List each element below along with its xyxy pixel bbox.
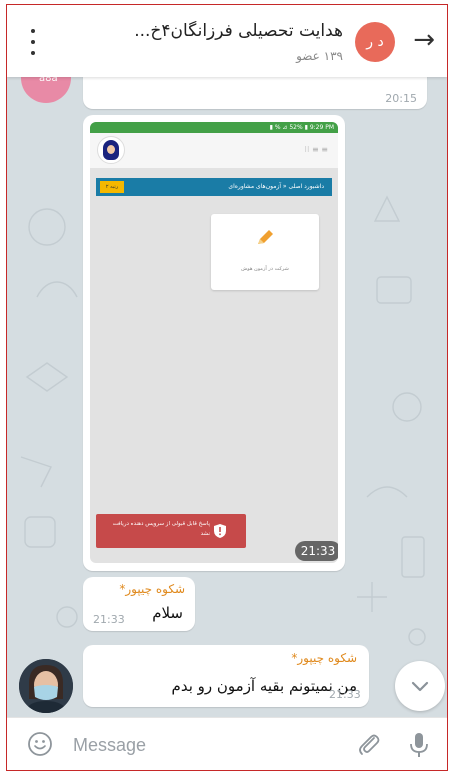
message-text: سلام <box>152 604 183 622</box>
pencil-icon <box>258 230 273 244</box>
sender-name[interactable]: شکوه چیپور* <box>119 582 185 596</box>
exam-card: شرکت در آزمون هوش <box>211 214 319 290</box>
more-vert-icon[interactable] <box>27 29 39 55</box>
photo-message[interactable]: ▮ % ⊿ 52% ▮ 9:29 PM ⁝⁝ ≡ ≡ داشبورد اصلی … <box>83 115 345 571</box>
microphone-icon[interactable] <box>407 730 431 760</box>
message-time: 20:15 <box>385 92 417 105</box>
grid-icon: ⁝⁝ ≡ ≡ <box>304 145 328 154</box>
scroll-down-button[interactable] <box>395 661 445 711</box>
dashboard-banner: داشبورد اصلی « آزمون‌های مشاوره‌ای <box>96 178 332 196</box>
member-count: ۱۳۹ عضو <box>296 49 343 63</box>
message-bubble[interactable]: شکوه چیپور* سلام 21:33 <box>83 577 195 631</box>
person-icon <box>19 659 73 713</box>
chevron-down-icon <box>411 681 429 692</box>
rank-badge: ۲ رتبه <box>100 181 124 193</box>
telegram-chat-window: هدایت تحصیلی فرزانگان۴خ... ۱۳۹ عضو د ر → <box>6 4 448 771</box>
phone-status-bar: ▮ % ⊿ 52% ▮ 9:29 PM <box>90 122 338 133</box>
message-bubble[interactable]: 20:15 <box>83 77 427 109</box>
message-list[interactable]: a8a 20:15 ▮ % ⊿ 52% ▮ 9:29 PM ⁝⁝ ≡ ≡ داش… <box>7 77 447 717</box>
sender-name[interactable]: شکوه چیپور* <box>291 651 357 665</box>
profile-avatar <box>97 136 125 164</box>
chat-avatar[interactable]: د ر <box>355 22 395 62</box>
sender-avatar[interactable] <box>19 659 73 713</box>
error-toast: پاسخ قابل قبولی از سرویس دهنده دریافت نش… <box>96 514 246 548</box>
chat-header: هدایت تحصیلی فرزانگان۴خ... ۱۳۹ عضو د ر → <box>7 5 447 77</box>
message-bubble[interactable]: شکوه چیپور* من نمیتونم بقیه آزمون رو بدم… <box>83 645 369 707</box>
photo-time: 21:33 <box>295 541 338 561</box>
message-time: 21:33 <box>93 613 125 626</box>
message-time: 21:33 <box>329 688 361 701</box>
phone-app-bar: ⁝⁝ ≡ ≡ <box>90 133 338 168</box>
chat-title[interactable]: هدایت تحصیلی فرزانگان۴خ... <box>75 21 343 41</box>
message-input[interactable] <box>71 730 325 760</box>
message-input-bar <box>7 717 447 770</box>
error-toast-text: پاسخ قابل قبولی از سرویس دهنده دریافت نش… <box>112 521 210 537</box>
exam-card-label: شرکت در آزمون هوش <box>241 266 289 272</box>
shared-screenshot[interactable]: ▮ % ⊿ 52% ▮ 9:29 PM ⁝⁝ ≡ ≡ داشبورد اصلی … <box>90 122 338 563</box>
paperclip-icon[interactable] <box>355 730 383 758</box>
arrow-forward-icon[interactable]: → <box>413 27 435 53</box>
shield-icon <box>214 524 226 538</box>
emoji-smile-icon[interactable] <box>27 731 53 757</box>
